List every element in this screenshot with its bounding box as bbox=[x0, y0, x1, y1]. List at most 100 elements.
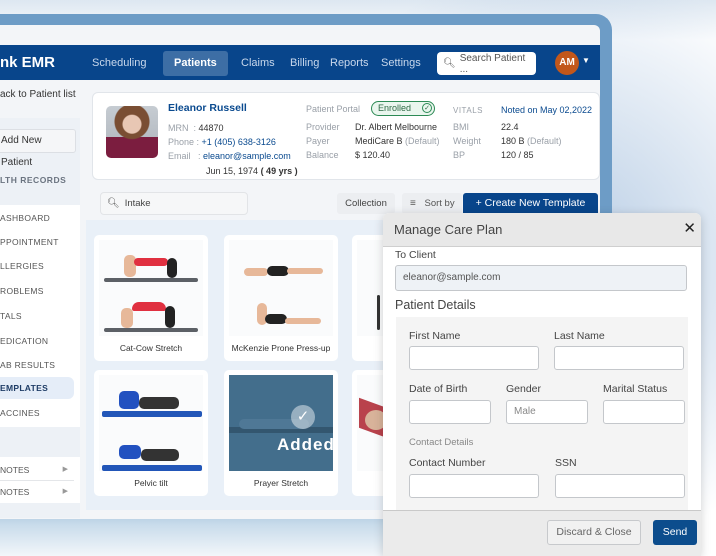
marital-status-input[interactable] bbox=[603, 400, 685, 424]
portal-label: Patient Portal bbox=[306, 104, 361, 114]
age-value: ( 49 yrs ) bbox=[260, 166, 298, 176]
last-name-label: Last Name bbox=[554, 330, 605, 342]
discard-close-button[interactable]: Discard & Close bbox=[547, 520, 641, 545]
template-name: Cat-Cow Stretch bbox=[119, 343, 183, 353]
send-button[interactable]: Send bbox=[653, 520, 697, 545]
sidebar-item-problems[interactable]: ROBLEMS bbox=[0, 280, 74, 302]
contact-number-input[interactable] bbox=[409, 474, 539, 498]
sidebar-item-vitals[interactable]: TALS bbox=[0, 305, 74, 327]
sort-label: Sort by bbox=[424, 198, 455, 209]
mrn-value: 44870 bbox=[198, 123, 224, 133]
back-to-patient-list-link[interactable]: ack to Patient list bbox=[0, 89, 76, 100]
first-name-input[interactable] bbox=[409, 346, 539, 370]
vitals-noted-date: Noted on May 02,2022 bbox=[501, 105, 593, 115]
template-name: Prayer Stretch bbox=[253, 478, 309, 488]
added-overlay: ✓ Added bbox=[229, 375, 335, 471]
contact-number-label: Contact Number bbox=[409, 457, 486, 469]
sidebar-item-dashboard[interactable]: ASHBOARD bbox=[0, 207, 74, 229]
sidebar-item-allergies[interactable]: LLERGIES bbox=[0, 255, 74, 277]
template-name: Pelvic tilt bbox=[134, 478, 168, 488]
template-card[interactable]: Pelvic tilt bbox=[94, 370, 208, 496]
add-new-patient-button[interactable]: Add New Patient bbox=[0, 129, 76, 168]
to-client-input[interactable]: eleanor@sample.com bbox=[395, 265, 687, 291]
payer-note: (Default) bbox=[405, 136, 440, 146]
bp-value: 120 / 85 bbox=[501, 150, 534, 160]
weight-value: 180 B bbox=[501, 136, 525, 146]
template-search-input[interactable]: 🔍︎ Intake bbox=[100, 192, 248, 215]
patient-name[interactable]: Eleanor Russell bbox=[168, 102, 247, 114]
first-name-label: First Name bbox=[409, 330, 461, 342]
balance-value: $ 120.40 bbox=[355, 150, 391, 160]
notes-label: NOTES bbox=[0, 487, 30, 497]
sidebar-item-medication[interactable]: EDICATION bbox=[0, 330, 74, 352]
template-search-value: Intake bbox=[124, 198, 151, 209]
health-records-list: ASHBOARD PPOINTMENT LLERGIES ROBLEMS TAL… bbox=[0, 205, 80, 427]
manage-care-plan-modal: Manage Care Plan ✕ To Client eleanor@sam… bbox=[383, 213, 701, 556]
separator: : bbox=[190, 151, 204, 161]
ssn-label: SSN bbox=[555, 457, 577, 469]
marital-status-label: Marital Status bbox=[603, 383, 668, 395]
template-card[interactable]: Cat-Cow Stretch bbox=[94, 235, 208, 361]
close-icon[interactable]: ✕ bbox=[683, 219, 696, 237]
modal-header: Manage Care Plan ✕ bbox=[383, 213, 701, 247]
modal-title: Manage Care Plan bbox=[394, 222, 503, 237]
patient-photo bbox=[106, 106, 158, 158]
template-card[interactable]: ✓ Added Prayer Stretch bbox=[224, 370, 338, 496]
health-records-header: LTH RECORDS bbox=[0, 175, 67, 185]
template-grid: Cat-Cow Stretch McKenzie Prone Press-up bbox=[86, 220, 466, 510]
sidebar-item-templates[interactable]: EMPLATES bbox=[0, 377, 74, 399]
search-icon: 🔍︎ bbox=[107, 198, 120, 209]
check-icon: ✓ bbox=[291, 405, 315, 429]
added-label: Added bbox=[277, 435, 335, 454]
ssn-input[interactable] bbox=[555, 474, 685, 498]
notes-label: NOTES bbox=[0, 465, 30, 475]
caret-right-icon: ▶ bbox=[62, 488, 68, 495]
provider-label: Provider bbox=[306, 122, 340, 132]
portal-status-text: Enrolled bbox=[378, 103, 412, 113]
email-value[interactable]: eleanor@sample.com bbox=[203, 151, 291, 161]
template-card[interactable]: McKenzie Prone Press-up bbox=[224, 235, 338, 361]
provider-value: Dr. Albert Melbourne bbox=[355, 122, 438, 132]
dob-value: Jun 15, 1974 bbox=[206, 166, 259, 176]
caret-right-icon: ▶ bbox=[62, 466, 68, 473]
create-new-template-button[interactable]: + Create New Template bbox=[463, 193, 598, 214]
sidebar-item-vaccines[interactable]: ACCINES bbox=[0, 402, 74, 424]
phone-value[interactable]: +1 (405) 638-3126 bbox=[202, 137, 276, 147]
payer-value: MediCare B bbox=[355, 136, 403, 146]
patient-details-header: Patient Details bbox=[395, 298, 476, 312]
sort-by-button[interactable]: ≡ Sort by bbox=[402, 193, 462, 214]
contact-details-header: Contact Details bbox=[409, 437, 474, 448]
notes-item[interactable]: NOTES ▶ bbox=[0, 481, 74, 503]
template-name: McKenzie Prone Press-up bbox=[231, 343, 331, 353]
last-name-input[interactable] bbox=[554, 346, 684, 370]
mrn-label: MRN bbox=[168, 123, 189, 133]
balance-label: Balance bbox=[306, 150, 339, 160]
separator: : bbox=[188, 123, 199, 133]
notes-item[interactable]: NOTES ▶ bbox=[0, 459, 74, 481]
weight-label: Weight bbox=[453, 136, 481, 146]
content-layer: ack to Patient list Add New Patient LTH … bbox=[0, 0, 716, 556]
bmi-value: 22.4 bbox=[501, 122, 519, 132]
gender-select[interactable]: Male bbox=[506, 400, 588, 424]
patient-summary-card: Eleanor Russell MRN : 44870 Phone : +1 (… bbox=[92, 92, 600, 180]
vitals-label: VITALS bbox=[453, 106, 483, 115]
payer-label: Payer bbox=[306, 136, 330, 146]
portal-status-badge: Enrolled ✓ bbox=[371, 101, 435, 116]
bmi-label: BMI bbox=[453, 122, 470, 132]
exercise-image bbox=[99, 375, 203, 471]
dob-label: Date of Birth bbox=[409, 383, 468, 395]
phone-label: Phone bbox=[168, 137, 195, 147]
sidebar-item-lab-results[interactable]: AB RESULTS bbox=[0, 354, 74, 376]
weight-note: (Default) bbox=[527, 136, 562, 146]
collection-button[interactable]: Collection bbox=[337, 193, 395, 214]
separator: : bbox=[194, 137, 202, 147]
dob-input[interactable] bbox=[409, 400, 491, 424]
sort-icon: ≡ bbox=[410, 198, 416, 209]
check-icon: ✓ bbox=[422, 103, 432, 113]
notes-list: NOTES ▶ NOTES ▶ bbox=[0, 457, 80, 503]
modal-footer: Discard & Close Send bbox=[383, 510, 701, 556]
sidebar-item-appointment[interactable]: PPOINTMENT bbox=[0, 231, 74, 253]
email-label: Email bbox=[168, 151, 191, 161]
exercise-image bbox=[99, 240, 203, 336]
exercise-image bbox=[229, 240, 333, 336]
